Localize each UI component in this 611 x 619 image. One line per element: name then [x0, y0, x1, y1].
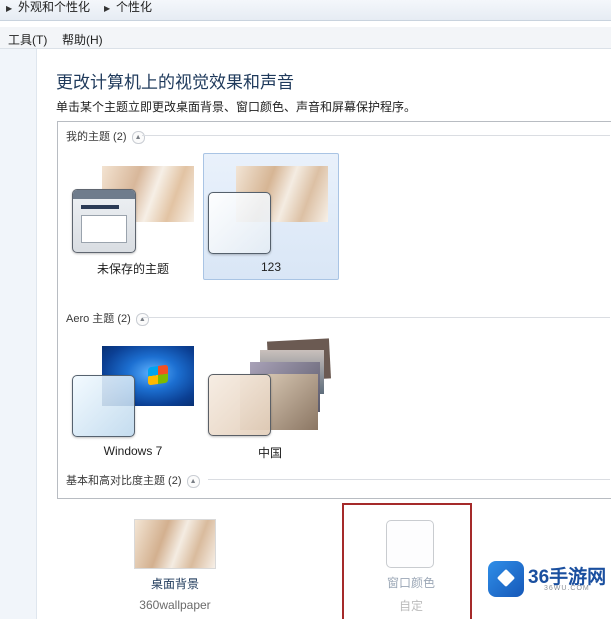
chevron-right-icon[interactable]: ▶: [104, 2, 110, 16]
watermark-subtext: 36WU.COM: [544, 585, 590, 592]
theme-list[interactable]: 我的主题 (2) ▲ 未保存的主题 123 Aero 主题 (2) ▲ Wind…: [57, 121, 611, 499]
page-title: 更改计算机上的视觉效果和声音: [56, 73, 294, 92]
windows-logo-icon: [148, 364, 168, 386]
menu-bar: 工具(T) 帮助(H): [0, 27, 611, 49]
left-navigation-pane: [0, 49, 37, 619]
breadcrumb-appearance[interactable]: 外观和个性化: [18, 0, 90, 14]
page-subtitle: 单击某个主题立即更改桌面背景、窗口颜色、声音和屏幕保护程序。: [56, 100, 417, 114]
chevron-up-icon[interactable]: ▲: [135, 312, 149, 326]
desktop-background-thumbnail: [134, 519, 216, 569]
group-divider: [208, 479, 610, 480]
chevron-up-icon[interactable]: ▲: [131, 130, 145, 144]
watermark: 36手游网 36WU.COM: [488, 561, 606, 599]
window-color-link[interactable]: 窗口颜色 自定: [356, 516, 466, 616]
group-my-themes[interactable]: 我的主题 (2) ▲: [66, 128, 145, 144]
window-color-label: 窗口颜色: [386, 576, 435, 590]
window-color-swatch: [72, 189, 136, 253]
group-basic-themes[interactable]: 基本和高对比度主题 (2) ▲: [66, 472, 200, 488]
theme-name-123: 123: [260, 260, 282, 274]
theme-tile-china[interactable]: 中国: [204, 338, 336, 462]
group-aero-themes-label: Aero 主题 (2): [66, 313, 131, 325]
chevron-right-icon[interactable]: ▶: [6, 2, 12, 16]
theme-name-unsaved: 未保存的主题: [96, 262, 169, 276]
group-aero-themes[interactable]: Aero 主题 (2) ▲: [66, 310, 149, 326]
group-divider: [142, 317, 610, 318]
cube-logo-icon: [488, 561, 524, 597]
desktop-background-value: 360wallpaper: [139, 598, 211, 612]
window-color-swatch: [386, 520, 434, 568]
chevron-up-icon[interactable]: ▲: [186, 474, 200, 488]
group-basic-themes-label: 基本和高对比度主题 (2): [66, 475, 182, 487]
breadcrumb-personalization[interactable]: 个性化: [116, 0, 152, 14]
group-divider: [142, 135, 610, 136]
breadcrumb: ▶ 外观和个性化 ▶ 个性化: [0, 0, 611, 21]
theme-name-china: 中国: [257, 446, 282, 460]
window-color-value: 自定: [398, 599, 423, 613]
window-color-swatch: [72, 375, 135, 437]
group-my-themes-label: 我的主题 (2): [66, 131, 127, 143]
menu-tools[interactable]: 工具(T): [8, 31, 47, 48]
window-color-swatch: [208, 374, 271, 436]
theme-tile-windows7[interactable]: Windows 7: [68, 340, 198, 462]
desktop-background-label: 桌面背景: [150, 577, 199, 591]
window-color-swatch: [208, 192, 271, 254]
menu-help[interactable]: 帮助(H): [62, 31, 103, 48]
theme-tile-unsaved[interactable]: 未保存的主题: [68, 152, 198, 278]
desktop-background-link[interactable]: 桌面背景 360wallpaper: [120, 516, 230, 616]
theme-name-windows7: Windows 7: [103, 444, 163, 458]
theme-tile-123[interactable]: 123: [203, 153, 339, 280]
